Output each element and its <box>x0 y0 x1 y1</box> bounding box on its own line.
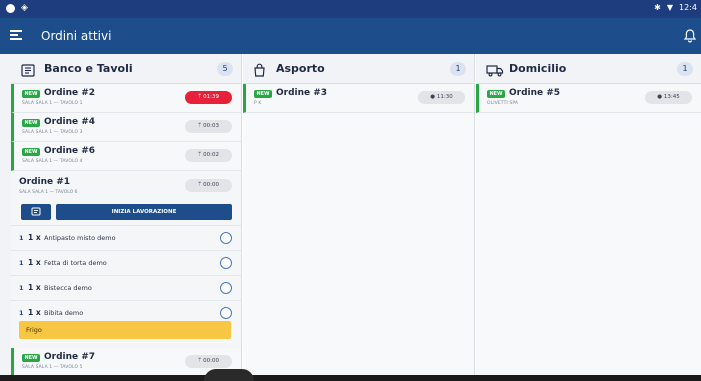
column-count-badge: 1 <box>677 62 693 76</box>
column-header: Asporto 1 <box>243 54 474 84</box>
column-title: Banco e Tavoli <box>44 62 133 75</box>
status-right: ✱ ▼ 12:4 <box>654 3 697 12</box>
status-left: ◈ <box>6 3 28 13</box>
cast-icon: ◈ <box>21 3 28 13</box>
order-time: ● 11:30 <box>418 91 465 104</box>
receipt-icon <box>21 62 35 81</box>
column-title: Domicilio <box>509 62 567 75</box>
item-note: Frigo <box>19 321 231 339</box>
order-customer: P K <box>254 101 262 106</box>
item-check-toggle[interactable] <box>220 307 232 319</box>
start-processing-button[interactable]: INIZIA LAVORAZIONE <box>56 204 232 220</box>
order-location: SALA SALA 1 — TAVOLO 3 <box>22 130 83 135</box>
notes-button[interactable] <box>21 204 51 220</box>
order-item: 1 1 x Bistecca demo <box>11 275 241 300</box>
order-item: 1 1 x Bibita demo <box>11 300 241 321</box>
page-title: Ordini attivi <box>41 29 112 43</box>
new-badge: NEW <box>22 354 40 362</box>
order-card[interactable]: NEW Ordine #5 OLIVETTI SPA ● 13:45 <box>476 84 701 113</box>
order-name: Ordine #7 <box>44 352 96 362</box>
wifi-icon: ▼ <box>666 3 674 12</box>
order-name: Ordine #4 <box>44 117 96 127</box>
order-timer: ᛘ 00:00 <box>185 179 232 192</box>
menu-icon[interactable] <box>10 30 22 40</box>
order-card[interactable]: NEW Ordine #3 P K ● 11:30 <box>243 84 474 113</box>
item-name: Antipasto misto demo <box>44 234 116 242</box>
new-badge: NEW <box>254 90 272 98</box>
bluetooth-icon: ✱ <box>654 3 661 12</box>
app-notification-icon <box>6 3 15 13</box>
order-timer: ᛘ 00:03 <box>185 120 232 133</box>
order-name: Ordine #3 <box>276 88 328 98</box>
item-multiplier: 1 x <box>28 283 41 292</box>
shopping-bag-icon <box>253 62 266 81</box>
item-qty: 1 <box>19 309 24 317</box>
order-name: Ordine #5 <box>509 88 561 98</box>
order-card[interactable]: NEW Ordine #4 SALA SALA 1 — TAVOLO 3 ᛘ 0… <box>11 113 241 142</box>
order-name: Ordine #2 <box>44 88 96 98</box>
order-location: SALA SALA 1 — TAVOLO 5 <box>22 365 83 370</box>
order-name: Ordine #6 <box>44 146 96 156</box>
order-actions: INIZIA LAVORAZIONE <box>11 201 241 225</box>
item-qty: 1 <box>19 259 24 267</box>
column-header: Domicilio 1 <box>476 54 701 84</box>
order-item: 1 1 x Antipasto misto demo <box>11 225 241 250</box>
new-badge: NEW <box>22 148 40 156</box>
left-gutter <box>0 54 11 381</box>
item-check-toggle[interactable] <box>220 257 232 269</box>
column-header: Banco e Tavoli 5 <box>11 54 241 84</box>
item-name: Bibita demo <box>44 309 84 317</box>
column-count-badge: 5 <box>217 62 233 76</box>
order-item: 1 1 x Fetta di torta demo <box>11 250 241 275</box>
system-nav-bar <box>0 369 701 381</box>
bell-icon[interactable] <box>683 28 697 47</box>
order-timer: ᛘ 00:00 <box>185 355 232 368</box>
order-card[interactable]: NEW Ordine #2 SALA SALA 1 — TAVOLO 1 ᛘ 0… <box>11 84 241 113</box>
order-timer: ᛘ 01:39 <box>185 91 232 104</box>
item-qty: 1 <box>19 234 24 242</box>
item-name: Bistecca demo <box>44 284 92 292</box>
home-gesture-handle[interactable] <box>204 369 254 381</box>
app-bar: Ordini attivi <box>0 18 701 54</box>
item-multiplier: 1 x <box>28 258 41 267</box>
column-count-badge: 1 <box>450 62 466 76</box>
new-badge: NEW <box>22 119 40 127</box>
system-status-bar: ◈ ✱ ▼ 12:4 <box>0 0 701 18</box>
item-multiplier: 1 x <box>28 233 41 242</box>
order-location: SALA SALA 1 — TAVOLO 6 <box>19 190 78 195</box>
clock: 12:4 <box>679 3 697 12</box>
delivery-truck-icon <box>486 62 504 81</box>
column-asporto: Asporto 1 NEW Ordine #3 P K ● 11:30 <box>243 54 475 381</box>
expanded-order: Ordine #1 SALA SALA 1 — TAVOLO 6 ᛘ 00:00… <box>11 171 241 348</box>
order-customer: OLIVETTI SPA <box>487 101 519 106</box>
column-domicilio: Domicilio 1 NEW Ordine #5 OLIVETTI SPA ●… <box>476 54 701 381</box>
item-qty: 1 <box>19 284 24 292</box>
order-location: SALA SALA 1 — TAVOLO 1 <box>22 101 83 106</box>
order-name: Ordine #1 <box>19 177 71 187</box>
column-banco-e-tavoli: Banco e Tavoli 5 NEW Ordine #2 SALA SALA… <box>11 54 242 381</box>
item-check-toggle[interactable] <box>220 282 232 294</box>
new-badge: NEW <box>487 90 505 98</box>
order-timer: ᛘ 00:02 <box>185 149 232 162</box>
order-card[interactable]: NEW Ordine #6 SALA SALA 1 — TAVOLO 4 ᛘ 0… <box>11 142 241 171</box>
order-time: ● 13:45 <box>645 91 692 104</box>
column-title: Asporto <box>276 62 325 75</box>
order-location: SALA SALA 1 — TAVOLO 4 <box>22 159 83 164</box>
item-multiplier: 1 x <box>28 308 41 317</box>
comment-icon <box>31 207 41 216</box>
item-check-toggle[interactable] <box>220 232 232 244</box>
new-badge: NEW <box>22 90 40 98</box>
item-name: Fetta di torta demo <box>44 259 107 267</box>
expanded-order-header[interactable]: Ordine #1 SALA SALA 1 — TAVOLO 6 ᛘ 00:00 <box>11 171 241 201</box>
